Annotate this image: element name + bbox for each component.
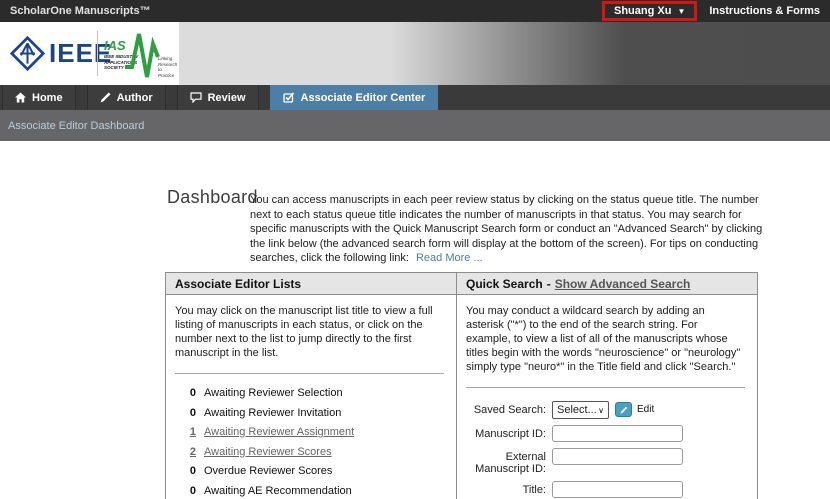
title-separator: -	[547, 277, 551, 291]
home-icon	[15, 92, 26, 103]
queue-label-link[interactable]: Awaiting Reviewer Assignment	[204, 426, 354, 438]
external-manuscript-id-label: External Manuscript ID:	[466, 448, 552, 475]
queue-count-link[interactable]: 1	[175, 426, 196, 438]
divider	[175, 373, 444, 374]
panels-body-row: You may click on the manuscript list tit…	[166, 295, 757, 499]
manuscript-id-label: Manuscript ID:	[466, 425, 552, 440]
ias-logo-text: IAS	[104, 38, 126, 53]
saved-search-value: Select...	[557, 404, 597, 416]
chevron-down-icon: ∨	[598, 406, 604, 415]
edit-saved-search-button[interactable]	[615, 402, 632, 417]
dashboard-panels: Associate Editor Lists Quick Search - Sh…	[165, 272, 758, 499]
lists-description: You may click on the manuscript list tit…	[175, 304, 444, 360]
lists-panel-title: Associate Editor Lists	[166, 273, 457, 294]
app-title: ScholarOne Manuscripts™	[10, 5, 151, 17]
pencil-icon	[620, 406, 628, 414]
queue-row: 0 Awaiting AE Recommendation	[175, 485, 444, 497]
queue-row: 0 Overdue Reviewer Scores	[175, 465, 444, 477]
panels-header-row: Associate Editor Lists Quick Search - Sh…	[166, 273, 757, 295]
breadcrumb: Associate Editor Dashboard	[8, 120, 144, 132]
quick-search-panel: You may conduct a wildcard search by add…	[457, 295, 757, 499]
top-bar: ScholarOne Manuscripts™ Shuang Xu ▼ Inst…	[0, 0, 830, 22]
title-input[interactable]	[552, 481, 683, 498]
queue-row: 0 Awaiting Reviewer Invitation	[175, 407, 444, 419]
quick-search-title: Quick Search	[466, 277, 543, 291]
show-advanced-search-link[interactable]: Show Advanced Search	[555, 277, 691, 291]
quick-search-description: You may conduct a wildcard search by add…	[466, 304, 745, 374]
queue-row: 2 Awaiting Reviewer Scores	[175, 446, 444, 458]
instructions-forms-link[interactable]: Instructions & Forms	[709, 5, 820, 17]
tab-label: Author	[117, 92, 153, 104]
content-area: Dashboard You can access manuscripts in …	[0, 141, 830, 499]
saved-search-row: Saved Search: Select... ∨ Edit	[466, 401, 745, 419]
divider	[466, 387, 745, 388]
intro-text: You can access manuscripts in each peer …	[250, 194, 762, 264]
tab-label: Home	[32, 92, 63, 104]
chevron-down-icon: ▼	[677, 7, 685, 16]
associate-editor-lists-panel: You may click on the manuscript list tit…	[166, 295, 457, 499]
ieee-diamond-icon	[9, 35, 46, 72]
queue-label: Overdue Reviewer Scores	[204, 465, 332, 477]
top-bar-right: Shuang Xu ▼ Instructions & Forms	[602, 1, 820, 21]
ias-waveform-icon	[124, 30, 160, 80]
user-menu[interactable]: Shuang Xu ▼	[602, 1, 697, 21]
title-label: Title:	[466, 481, 552, 496]
title-row: Title:	[466, 481, 745, 498]
user-menu-label: Shuang Xu	[614, 5, 671, 17]
queue-count: 0	[175, 407, 196, 419]
page-title: Dashboard	[167, 187, 258, 208]
saved-search-label: Saved Search:	[466, 401, 552, 416]
main-nav: Home Author Review Associate Editor Cent…	[0, 85, 830, 110]
saved-search-select[interactable]: Select... ∨	[552, 401, 609, 419]
tab-author[interactable]: Author	[87, 85, 166, 110]
queue-count: 0	[175, 485, 196, 497]
queue-label-link[interactable]: Awaiting Reviewer Scores	[204, 446, 332, 458]
queue-count: 0	[175, 465, 196, 477]
pencil-icon	[100, 92, 111, 103]
queue-row: 0 Awaiting Reviewer Selection	[175, 387, 444, 399]
manuscript-id-input[interactable]	[552, 425, 683, 442]
checkbox-check-icon	[283, 92, 295, 103]
queue-label: Awaiting AE Recommendation	[204, 485, 352, 497]
edit-button-label: Edit	[637, 401, 654, 415]
tab-review[interactable]: Review	[177, 85, 259, 110]
queue-label: Awaiting Reviewer Selection	[204, 387, 343, 399]
breadcrumb-bar: Associate Editor Dashboard	[0, 110, 830, 141]
scholarone-window: ScholarOne Manuscripts™ Shuang Xu ▼ Inst…	[0, 0, 830, 499]
queue-row: 1 Awaiting Reviewer Assignment	[175, 426, 444, 438]
read-more-link[interactable]: Read More ...	[416, 252, 483, 264]
manuscript-id-row: Manuscript ID:	[466, 425, 745, 442]
ias-tagline-text: Linking Research to Practice	[158, 56, 178, 78]
queue-count-link[interactable]: 2	[175, 446, 196, 458]
journal-logo: IEEE IAS IEEE INDUSTRY APPLICATIONS SOCI…	[0, 22, 179, 85]
queue-count: 0	[175, 387, 196, 399]
queue-label: Awaiting Reviewer Invitation	[204, 407, 341, 419]
tab-label: Review	[208, 92, 246, 104]
header-band: IEEE IAS IEEE INDUSTRY APPLICATIONS SOCI…	[0, 22, 830, 85]
external-manuscript-id-row: External Manuscript ID:	[466, 448, 745, 475]
external-manuscript-id-input[interactable]	[552, 448, 683, 465]
tab-associate-editor-center[interactable]: Associate Editor Center	[270, 85, 439, 110]
logo-divider	[97, 31, 98, 76]
dashboard-intro: You can access manuscripts in each peer …	[250, 193, 766, 266]
ias-logo: IAS IEEE INDUSTRY APPLICATIONS SOCIETY L…	[102, 29, 178, 81]
tab-home[interactable]: Home	[2, 85, 76, 110]
speech-bubble-icon	[190, 92, 202, 103]
quick-search-panel-header: Quick Search - Show Advanced Search	[457, 273, 757, 294]
tab-label: Associate Editor Center	[301, 92, 426, 104]
